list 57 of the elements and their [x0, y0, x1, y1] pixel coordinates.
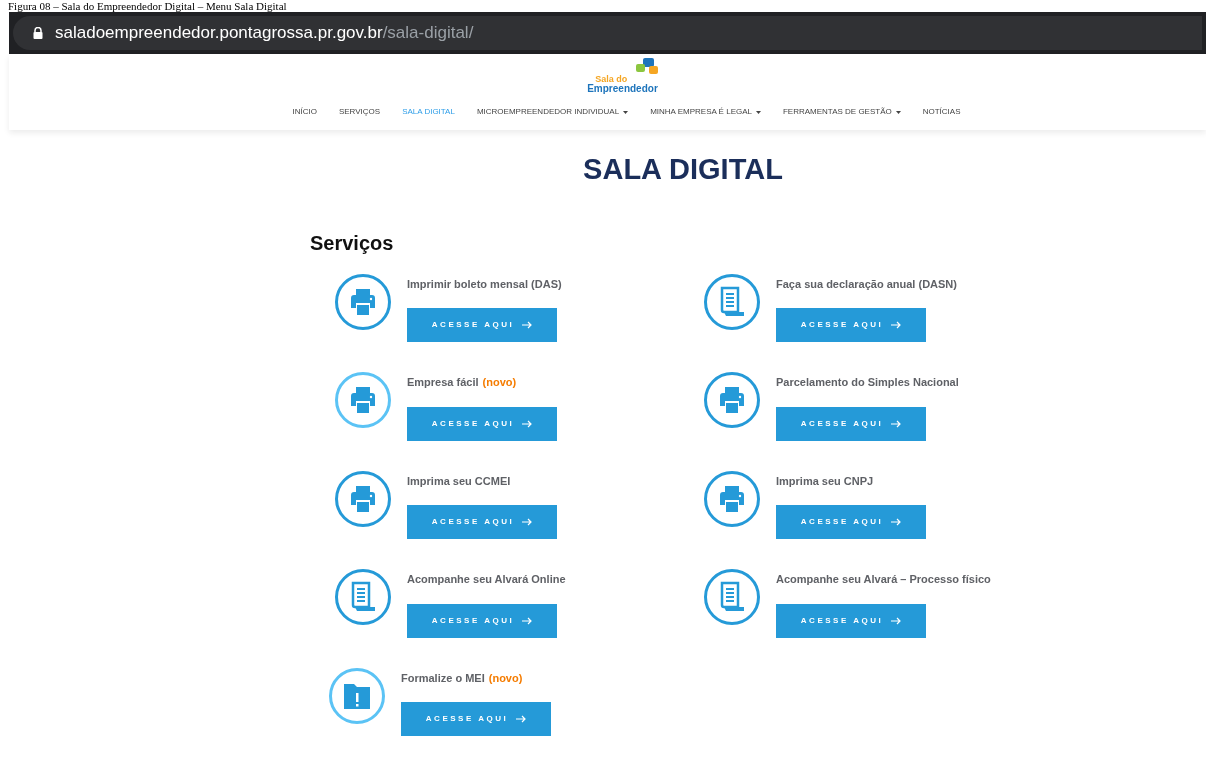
- address-bar[interactable]: saladoempreendedor.pontagrossa.pr.gov.br/sala-digital/: [13, 16, 1202, 50]
- access-button[interactable]: ACESSE AQUI: [776, 308, 926, 342]
- document-icon: [349, 581, 377, 613]
- page-title: SALA DIGITAL: [582, 152, 784, 187]
- service-title: Parcelamento do Simples Nacional: [776, 375, 959, 390]
- access-button[interactable]: ACESSE AQUI: [407, 406, 557, 441]
- caret-icon: [895, 110, 901, 114]
- printer-icon: [348, 286, 378, 317]
- document-icon: [718, 285, 746, 318]
- logo-text: Sala do: [594, 74, 629, 84]
- nav-link[interactable]: INÍCIO: [292, 106, 317, 118]
- service-title: Acompanhe seu Alvará Online: [407, 572, 566, 587]
- access-button[interactable]: ACESSE AQUI: [407, 505, 557, 539]
- printer-icon: [348, 385, 378, 415]
- access-button[interactable]: ACESSE AQUI: [776, 406, 926, 441]
- caret-icon: [755, 110, 761, 114]
- nav-link[interactable]: SALA DIGITAL: [402, 106, 455, 118]
- service-title: Acompanhe seu Alvará – Processo físico: [776, 572, 991, 587]
- logo-text: Empreendedor: [587, 84, 658, 94]
- new-label: (novo): [482, 375, 517, 390]
- service-title: Imprimir boleto mensal (DAS): [407, 276, 562, 292]
- service-title: Formalize o MEI: [401, 670, 485, 686]
- access-button[interactable]: ACESSE AQUI: [776, 505, 926, 539]
- lock-icon: [33, 27, 43, 39]
- arrow-right-icon: [522, 616, 533, 625]
- printer-icon: [348, 483, 378, 514]
- arrow-right-icon: [522, 419, 533, 428]
- nav-link[interactable]: MICROEMPREENDEDOR INDIVIDUAL: [476, 106, 629, 118]
- nav-link[interactable]: FERRAMENTAS DE GESTÃO: [782, 106, 901, 118]
- printer-icon: [717, 483, 747, 514]
- arrow-right-icon: [522, 518, 533, 526]
- access-button[interactable]: ACESSE AQUI: [407, 603, 557, 638]
- site-logo[interactable]: Sala do Empreendedor: [587, 58, 658, 94]
- service-title: Faça sua declaração anual (DASN): [776, 276, 957, 292]
- arrow-right-icon: [891, 616, 902, 625]
- printer-icon: [717, 385, 747, 415]
- figure-caption: Figura 08 – Sala do Empreendedor Digital – Menu Sala Digital: [7, 0, 287, 12]
- nav-link[interactable]: NOTÍCIAS: [922, 106, 961, 118]
- speech-bubbles-icon: [635, 58, 658, 74]
- access-button[interactable]: ACESSE AQUI: [401, 702, 551, 736]
- url-text: saladoempreendedor.pontagrossa.pr.gov.br/sala-digital/: [55, 22, 474, 45]
- nav-link[interactable]: SERVIÇOS: [338, 106, 381, 118]
- service-title: Imprima seu CNPJ: [776, 473, 874, 489]
- new-label: (novo): [488, 670, 523, 686]
- arrow-right-icon: [891, 321, 902, 329]
- arrow-right-icon: [516, 715, 527, 723]
- service-title: Empresa fácil: [407, 375, 479, 390]
- document-icon: [718, 581, 746, 613]
- section-title: Serviços: [310, 230, 395, 256]
- arrow-right-icon: [522, 321, 533, 329]
- arrow-right-icon: [891, 518, 902, 526]
- nav-link[interactable]: MINHA EMPRESA É LEGAL: [650, 106, 761, 118]
- service-title: Imprima seu CCMEI: [407, 473, 511, 489]
- arrow-right-icon: [891, 419, 902, 428]
- access-button[interactable]: ACESSE AQUI: [407, 308, 557, 342]
- access-button[interactable]: ACESSE AQUI: [776, 603, 926, 638]
- caret-icon: [623, 110, 629, 114]
